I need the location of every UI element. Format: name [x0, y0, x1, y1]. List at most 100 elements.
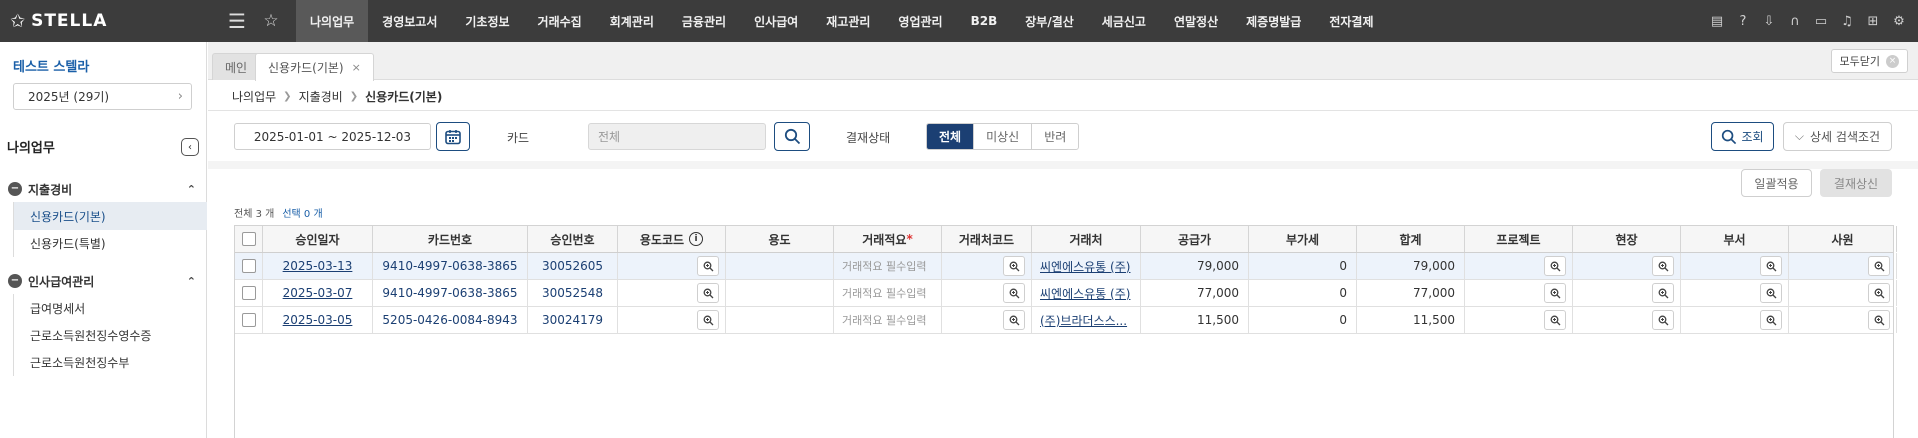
zoom-lookup-icon[interactable]: [1760, 256, 1782, 276]
nav-item[interactable]: 전자결제: [1315, 0, 1387, 42]
bell-icon[interactable]: ♫: [1834, 0, 1860, 42]
nav-item[interactable]: 나의업무: [296, 0, 369, 42]
vendor-code-cell[interactable]: [942, 280, 1032, 306]
clipboard-icon[interactable]: ▤: [1704, 0, 1730, 42]
vendor-code-cell[interactable]: [942, 253, 1032, 279]
company-name[interactable]: 테스트 스텔라: [13, 56, 89, 75]
usage-code-cell[interactable]: [618, 307, 726, 333]
approval-date-cell[interactable]: 2025-03-13: [263, 253, 373, 279]
vendor-code-cell[interactable]: [942, 307, 1032, 333]
favorite-star-icon[interactable]: ☆: [254, 0, 288, 42]
nav-item[interactable]: 재고관리: [812, 0, 884, 42]
nav-item[interactable]: 거래수집: [524, 0, 596, 42]
lookup-cell[interactable]: [1573, 253, 1681, 279]
breadcrumb-item[interactable]: 지출경비: [299, 88, 343, 105]
sidebar-group[interactable]: − 인사급여관리 ⌃: [8, 271, 200, 291]
zoom-lookup-icon[interactable]: [1760, 283, 1782, 303]
lookup-cell[interactable]: [1789, 307, 1897, 333]
sidebar-group[interactable]: − 지출경비 ⌃: [8, 179, 200, 199]
submit-approval-button[interactable]: 결재상신: [1820, 169, 1892, 197]
zoom-lookup-icon[interactable]: [1003, 283, 1025, 303]
lookup-cell[interactable]: [1681, 307, 1789, 333]
lookup-cell[interactable]: [1465, 280, 1573, 306]
org-chart-icon[interactable]: ⊞: [1860, 0, 1886, 42]
zoom-lookup-icon[interactable]: [1544, 283, 1566, 303]
hamburger-menu-icon[interactable]: ☰: [220, 0, 254, 42]
sidebar-item[interactable]: 근로소득원천징수부: [13, 348, 207, 376]
zoom-lookup-icon[interactable]: [1652, 310, 1674, 330]
vendor-cell[interactable]: 씨엔에스유통 (주): [1032, 280, 1141, 306]
query-button[interactable]: 조회: [1711, 122, 1774, 151]
sidebar-item[interactable]: 급여명세서: [13, 294, 207, 322]
stella-logo[interactable]: ✩ STELLA: [0, 0, 208, 42]
lookup-cell[interactable]: [1789, 253, 1897, 279]
usage-cell[interactable]: [726, 307, 834, 333]
settings-icon[interactable]: ⚙: [1886, 0, 1912, 42]
memo-cell[interactable]: 거래적요 필수입력: [834, 280, 942, 306]
download-icon[interactable]: ⇩: [1756, 0, 1782, 42]
headset-icon[interactable]: ∩: [1782, 0, 1808, 42]
card-select-input[interactable]: 전체: [588, 123, 766, 150]
nav-item[interactable]: 연말정산: [1160, 0, 1232, 42]
table-row[interactable]: 2025-03-05 5205-0426-0084-8943 30024179 거래적…: [235, 307, 1897, 334]
zoom-lookup-icon[interactable]: [1544, 310, 1566, 330]
sidebar-item[interactable]: 신용카드(특별): [13, 229, 207, 257]
nav-item[interactable]: 제증명발급: [1232, 0, 1315, 42]
nav-item[interactable]: 금융관리: [668, 0, 740, 42]
advanced-search-button[interactable]: ⌵ 상세 검색조건: [1783, 122, 1892, 151]
date-range-input[interactable]: 2025-01-01 ~ 2025-12-03: [234, 123, 431, 150]
row-checkbox-cell[interactable]: [235, 307, 263, 333]
row-checkbox-cell[interactable]: [235, 253, 263, 279]
table-row[interactable]: 2025-03-13 9410-4997-0638-3865 30052605 거래적…: [235, 253, 1897, 280]
checkbox[interactable]: [241, 313, 256, 327]
sidebar-item[interactable]: 근로소득원천징수영수증: [13, 321, 207, 349]
zoom-lookup-icon[interactable]: [697, 283, 719, 303]
chat-icon[interactable]: ▭: [1808, 0, 1834, 42]
checkbox[interactable]: [241, 286, 256, 300]
zoom-lookup-icon[interactable]: [1544, 256, 1566, 276]
chevron-up-icon[interactable]: ⌃: [187, 183, 196, 196]
checkbox[interactable]: [241, 232, 256, 246]
nav-item[interactable]: 세금신고: [1088, 0, 1160, 42]
table-row[interactable]: 2025-03-07 9410-4997-0638-3865 30052548 거래적…: [235, 280, 1897, 307]
zoom-lookup-icon[interactable]: [1868, 283, 1890, 303]
approval-date-cell[interactable]: 2025-03-05: [263, 307, 373, 333]
usage-code-cell[interactable]: [618, 280, 726, 306]
lookup-cell[interactable]: [1681, 253, 1789, 279]
usage-cell[interactable]: [726, 280, 834, 306]
nav-item[interactable]: B2B: [957, 0, 1012, 42]
zoom-lookup-icon[interactable]: [1003, 256, 1025, 276]
info-icon[interactable]: i: [689, 232, 704, 246]
lookup-cell[interactable]: [1789, 280, 1897, 306]
usage-code-cell[interactable]: [618, 253, 726, 279]
period-selector[interactable]: 2025년 (29기) ›: [13, 83, 192, 110]
zoom-lookup-icon[interactable]: [1652, 256, 1674, 276]
memo-cell[interactable]: 거래적요 필수입력: [834, 253, 942, 279]
lookup-cell[interactable]: [1681, 280, 1789, 306]
close-all-tabs-button[interactable]: 모두닫기 ×: [1830, 49, 1908, 73]
nav-item[interactable]: 기초정보: [451, 0, 523, 42]
row-checkbox-cell[interactable]: [235, 280, 263, 306]
tab-credit-card-basic[interactable]: 신용카드(기본) ×: [255, 53, 374, 81]
approval-date-cell[interactable]: 2025-03-07: [263, 280, 373, 306]
help-icon[interactable]: ?: [1730, 0, 1756, 42]
status-option[interactable]: 전체: [927, 124, 975, 149]
zoom-lookup-icon[interactable]: [697, 310, 719, 330]
select-all-checkbox[interactable]: [235, 226, 263, 252]
sidebar-item[interactable]: 신용카드(기본): [13, 202, 207, 230]
calendar-button[interactable]: [436, 122, 470, 151]
status-option[interactable]: 반려: [1032, 124, 1078, 149]
zoom-lookup-icon[interactable]: [1760, 310, 1782, 330]
tab-main[interactable]: 메인: [212, 53, 261, 80]
checkbox[interactable]: [241, 259, 256, 273]
nav-item[interactable]: 장부/결산: [1011, 0, 1088, 42]
chevron-up-icon[interactable]: ⌃: [187, 275, 196, 288]
card-search-button[interactable]: [774, 122, 810, 151]
nav-item[interactable]: 영업관리: [884, 0, 956, 42]
close-tab-icon[interactable]: ×: [352, 61, 361, 74]
status-option[interactable]: 미상신: [974, 124, 1033, 149]
lookup-cell[interactable]: [1465, 253, 1573, 279]
nav-item[interactable]: 인사급여: [740, 0, 812, 42]
nav-item[interactable]: 경영보고서: [368, 0, 451, 42]
zoom-lookup-icon[interactable]: [1868, 256, 1890, 276]
